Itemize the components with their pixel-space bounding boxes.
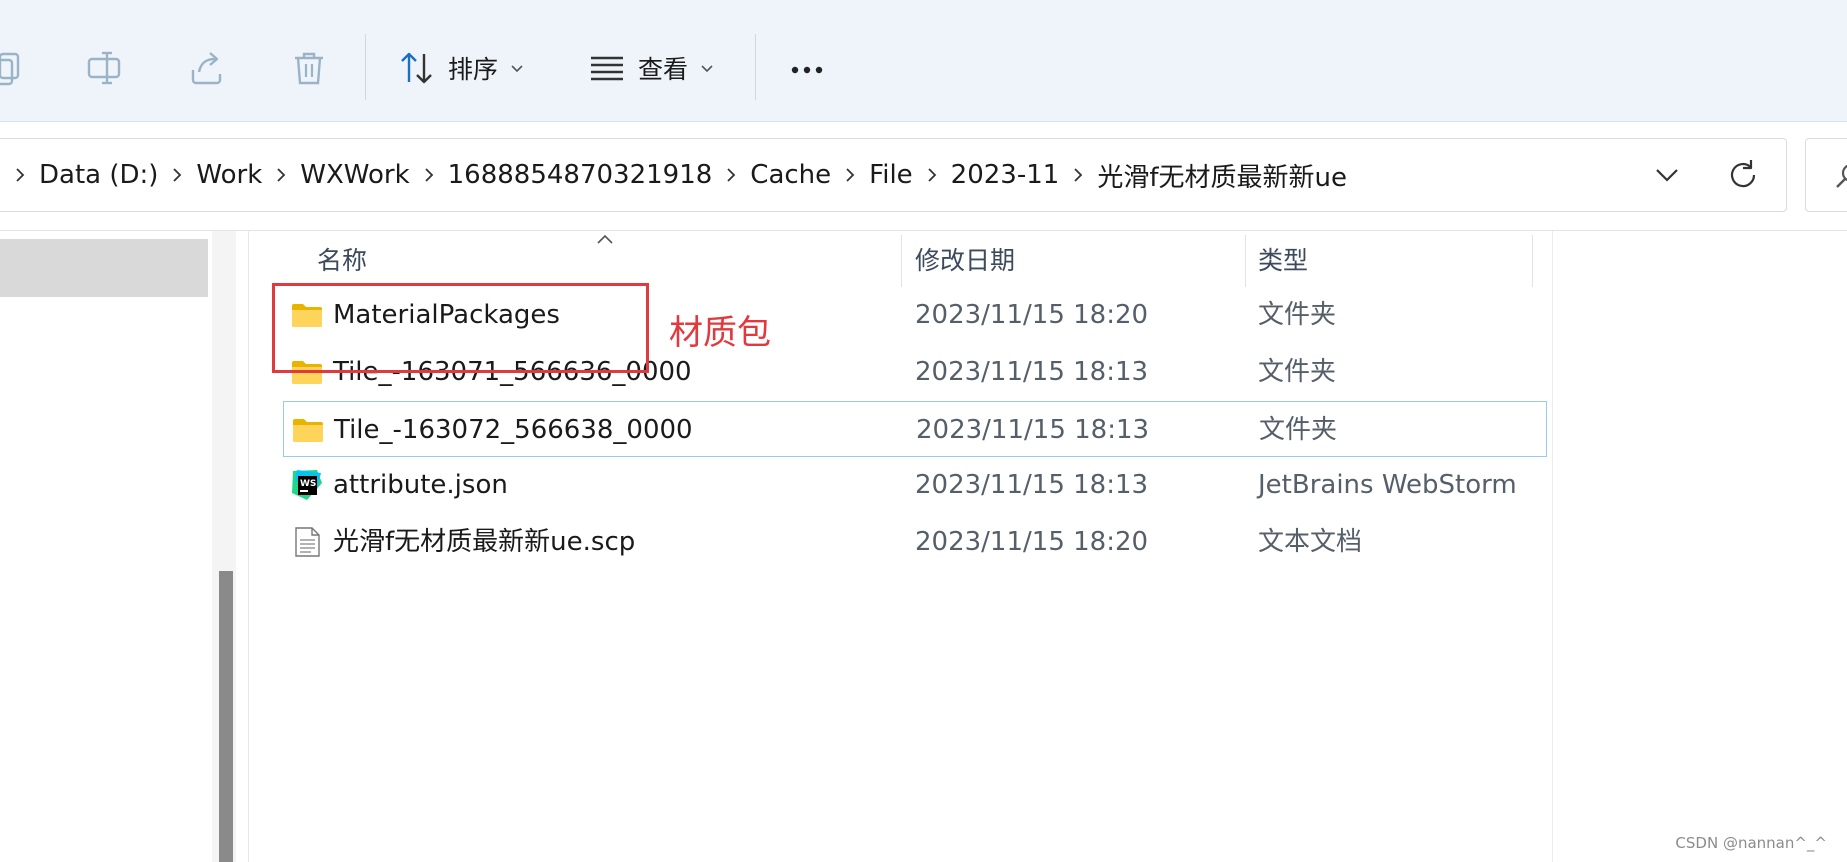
view-label: 查看 [638,55,689,84]
rename-icon[interactable] [85,48,125,88]
column-header-modified[interactable]: 修改日期 [915,231,1015,287]
chevron-down-icon [510,61,524,75]
chevron-right-icon[interactable] [268,139,294,211]
file-row[interactable]: Tile_-163072_566638_0000 2023/11/15 18:13… [283,401,1547,457]
file-modified-date: 2023/11/15 18:13 [915,357,1149,387]
file-type: 文件夹 [1258,300,1337,330]
chevron-right-icon[interactable] [416,139,442,211]
file-modified-date: 2023/11/15 18:20 [915,300,1149,330]
breadcrumb-item[interactable]: Data (D:) [39,160,158,190]
copy-icon[interactable] [0,48,26,88]
chevron-right-icon[interactable] [1065,139,1091,211]
file-name: 光滑f无材质最新新ue.scp [333,527,636,557]
breadcrumb-item[interactable]: Work [196,160,262,190]
text-file-icon [291,526,323,558]
nav-item-selected[interactable] [0,239,208,297]
share-icon[interactable] [187,48,227,88]
column-header-name[interactable]: 名称 [317,231,367,287]
sort-button[interactable]: 排序 [398,44,524,92]
breadcrumb-item[interactable]: Cache [750,160,831,190]
column-divider[interactable] [1245,235,1246,287]
more-icon[interactable] [787,48,827,88]
sort-label: 排序 [448,55,499,84]
delete-icon[interactable] [289,48,329,88]
chevron-right-icon[interactable] [164,139,190,211]
breadcrumb-item[interactable]: 1688854870321918 [448,160,713,190]
column-divider[interactable] [901,235,902,287]
file-name: attribute.json [333,470,508,500]
file-row[interactable]: 光滑f无材质最新新ue.scp 2023/11/15 18:20 文本文档 [283,514,1547,570]
watermark: CSDN @nannan^_^ [1675,834,1827,852]
sort-icon [398,49,436,87]
refresh-icon[interactable] [1724,156,1762,194]
file-modified-date: 2023/11/15 18:13 [915,470,1149,500]
file-name: Tile_-163072_566638_0000 [334,415,693,445]
search-input[interactable] [1805,138,1847,212]
svg-text:WS: WS [300,479,316,489]
file-type: 文件夹 [1258,357,1337,387]
chevron-right-icon[interactable] [718,139,744,211]
folder-icon [292,414,324,446]
file-modified-date: 2023/11/15 18:13 [916,415,1150,445]
chevron-right-icon[interactable] [837,139,863,211]
chevron-down-icon [700,61,714,75]
file-type: JetBrains WebStorm [1258,470,1517,500]
chevron-down-icon[interactable] [1649,157,1685,193]
nav-scrollbar-thumb[interactable] [219,571,233,862]
annotation-label: 材质包 [669,313,771,353]
breadcrumb-item[interactable]: 光滑f无材质最新新ue [1097,157,1347,194]
file-modified-date: 2023/11/15 18:20 [915,527,1149,557]
toolbar-separator [755,34,756,100]
navigation-pane [0,231,236,862]
column-divider[interactable] [1532,235,1533,287]
toolbar-separator [365,34,366,100]
view-icon [588,49,626,87]
view-button[interactable]: 查看 [588,44,714,92]
annotation-highlight-box [272,283,649,373]
chevron-right-icon[interactable] [919,139,945,211]
address-bar[interactable]: Data (D:) Work WXWork 1688854870321918 Cache… [0,138,1787,212]
webstorm-file-icon: WS [291,469,323,501]
file-type: 文件夹 [1259,415,1338,445]
search-icon [1836,164,1847,188]
file-row[interactable]: WS attribute.json 2023/11/15 18:13 JetBrain… [283,457,1547,513]
breadcrumb-item[interactable]: File [869,160,913,190]
breadcrumb-item[interactable]: WXWork [300,160,409,190]
command-bar: 排序 查看 [0,0,1847,122]
file-type: 文本文档 [1258,527,1363,557]
sort-ascending-icon [594,231,616,245]
column-header-type[interactable]: 类型 [1258,231,1308,287]
divider [1552,231,1553,862]
breadcrumb: Data (D:) Work WXWork 1688854870321918 Cache… [1,139,1347,211]
chevron-right-icon[interactable] [7,139,33,211]
breadcrumb-item[interactable]: 2023-11 [951,160,1060,190]
